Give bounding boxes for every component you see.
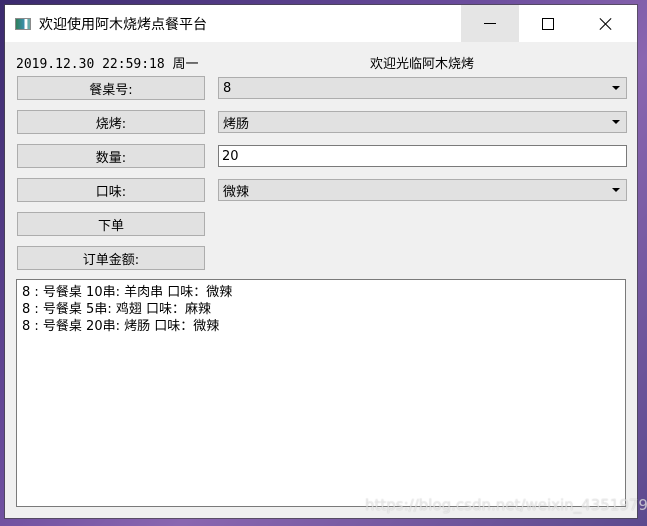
dropdown-arrow-icon <box>612 86 620 90</box>
bbq-button[interactable]: 烧烤: <box>17 110 205 134</box>
minimize-button[interactable] <box>461 5 519 42</box>
bbq-value: 烤肠 <box>223 116 250 132</box>
app-window-icon <box>15 18 31 30</box>
close-icon <box>599 17 613 31</box>
table-number-combo[interactable]: 8 <box>218 77 627 99</box>
order-total-button[interactable]: 订单金额: <box>17 246 205 270</box>
quantity-value: 20 <box>222 148 239 164</box>
table-number-value: 8 <box>223 80 232 96</box>
table-number-button[interactable]: 餐桌号: <box>17 76 205 100</box>
dropdown-arrow-icon <box>612 120 620 124</box>
quantity-button[interactable]: 数量: <box>17 144 205 168</box>
close-button[interactable] <box>577 5 635 42</box>
orders-text-area[interactable]: 8 : 号餐桌 10串: 羊肉串 口味：微辣 8 : 号餐桌 5串: 鸡翅 口味… <box>16 279 626 507</box>
bbq-combo[interactable]: 烤肠 <box>218 111 627 133</box>
place-order-button[interactable]: 下单 <box>17 212 205 236</box>
maximize-icon <box>542 17 554 30</box>
title-bar[interactable]: 欢迎使用阿木烧烤点餐平台 <box>5 5 637 42</box>
main-window: 欢迎使用阿木烧烤点餐平台 2019.12.30 22:59:18 周一 欢迎光临… <box>5 5 637 518</box>
maximize-button[interactable] <box>519 5 577 42</box>
order-line: 8 : 号餐桌 10串: 羊肉串 口味：微辣 <box>22 285 233 300</box>
order-line: 8 : 号餐桌 5串: 鸡翅 口味：麻辣 <box>22 302 211 317</box>
datetime-label: 2019.12.30 22:59:18 周一 <box>16 53 199 72</box>
welcome-label: 欢迎光临阿木烧烤 <box>369 57 474 72</box>
window-title: 欢迎使用阿木烧烤点餐平台 <box>39 17 207 33</box>
dropdown-arrow-icon <box>612 188 620 192</box>
minimize-icon <box>484 23 496 24</box>
flavor-combo[interactable]: 微辣 <box>218 179 627 201</box>
datetime-value: 2019.12.30 22:59:18 <box>16 57 165 72</box>
weekday-value: 周一 <box>172 57 199 72</box>
quantity-input[interactable]: 20 <box>218 145 627 167</box>
order-line: 8 : 号餐桌 20串: 烤肠 口味：微辣 <box>22 319 220 334</box>
flavor-button[interactable]: 口味: <box>17 178 205 202</box>
flavor-value: 微辣 <box>223 184 250 200</box>
